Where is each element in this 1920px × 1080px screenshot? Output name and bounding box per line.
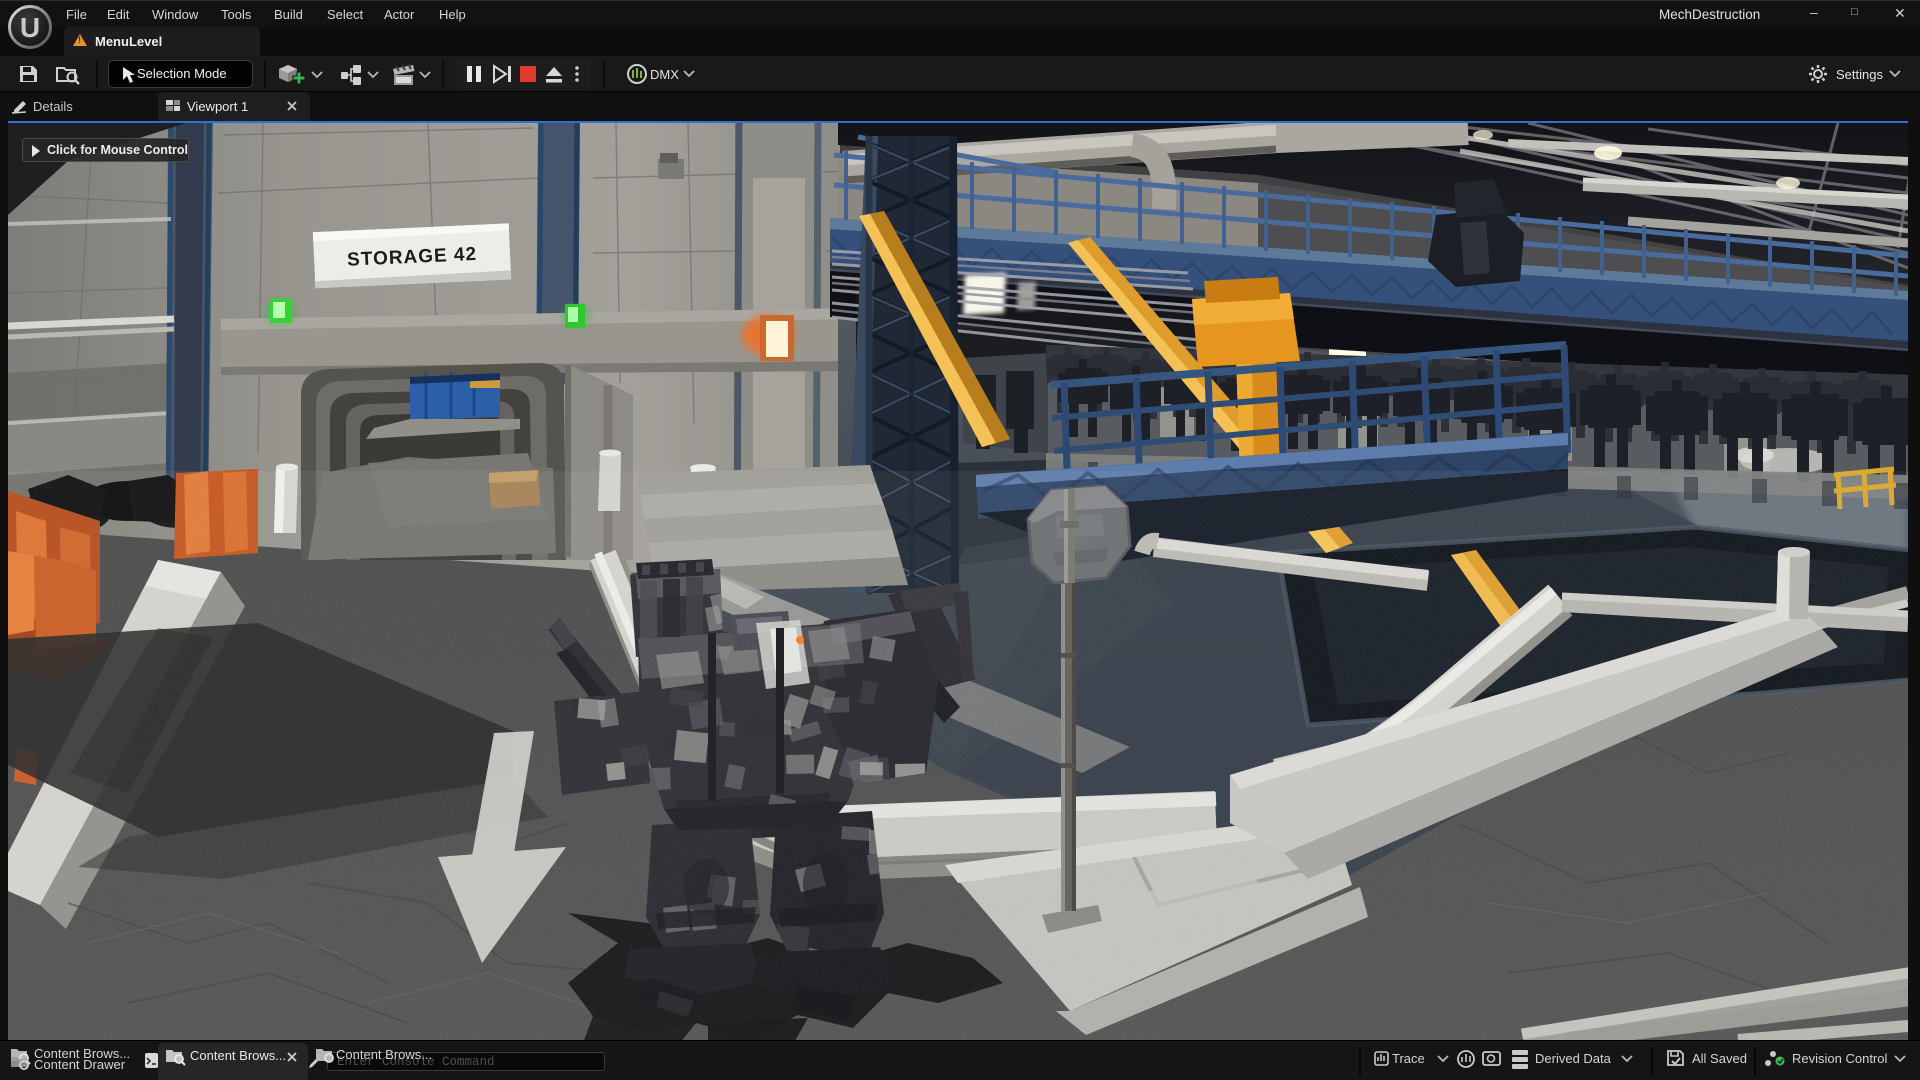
svg-text:All Saved: All Saved (1692, 1051, 1747, 1066)
svg-text:Content Drawer: Content Drawer (34, 1057, 126, 1072)
svg-text:Derived Data: Derived Data (1535, 1051, 1612, 1066)
svg-text:U: U (20, 12, 40, 43)
svg-text:Content Brows...: Content Brows... (336, 1047, 432, 1062)
svg-text:Trace: Trace (1392, 1051, 1425, 1066)
svg-text:Content Brows...: Content Brows... (190, 1048, 286, 1063)
svg-text:Details: Details (33, 99, 73, 114)
svg-text:Viewport 1: Viewport 1 (187, 99, 248, 114)
svg-text:Settings: Settings (1836, 67, 1883, 82)
svg-text:DMX: DMX (650, 67, 679, 82)
svg-text:Revision Control: Revision Control (1792, 1051, 1887, 1066)
